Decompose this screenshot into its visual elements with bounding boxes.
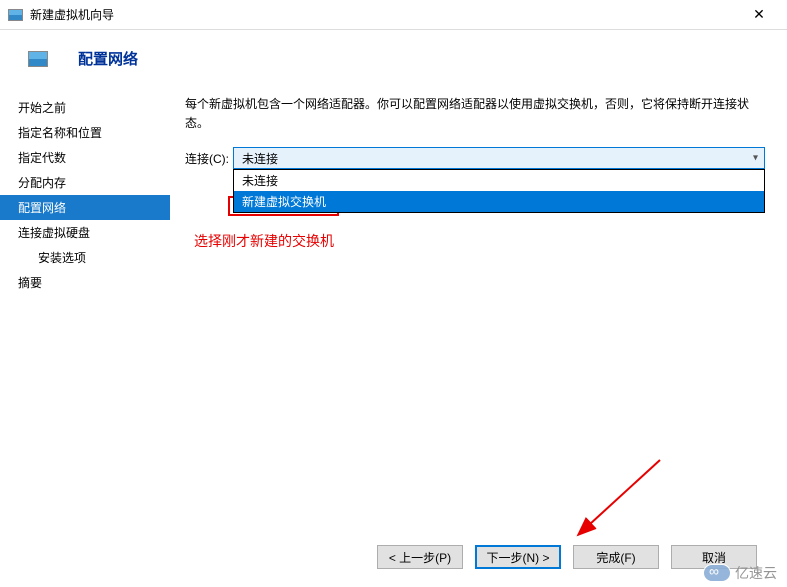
connection-dropdown[interactable]: 未连接 ▾: [233, 147, 765, 169]
chevron-down-icon: ▾: [753, 153, 758, 164]
dropdown-list: 未连接新建虚拟交换机: [233, 169, 765, 213]
wizard-icon: [28, 51, 48, 67]
watermark: 亿速云: [703, 563, 777, 583]
sidebar-item[interactable]: 安装选项: [0, 245, 170, 270]
main-content: 每个新虚拟机包含一个网络适配器。你可以配置网络适配器以使用虚拟交换机，否则，它将…: [170, 89, 787, 519]
dropdown-option[interactable]: 新建虚拟交换机: [234, 191, 764, 212]
sidebar-item[interactable]: 开始之前: [0, 95, 170, 120]
wizard-steps: 开始之前指定名称和位置指定代数分配内存配置网络连接虚拟硬盘安装选项摘要: [0, 89, 170, 519]
close-icon[interactable]: ✕: [739, 0, 779, 30]
annotation-text: 选择刚才新建的交换机: [194, 231, 334, 251]
connection-label: 连接(C):: [185, 150, 229, 167]
wizard-footer: < 上一步(P) 下一步(N) > 完成(F) 取消: [377, 545, 757, 569]
wizard-header: 配置网络: [0, 30, 787, 89]
watermark-text: 亿速云: [735, 563, 777, 583]
sidebar-item[interactable]: 分配内存: [0, 170, 170, 195]
titlebar: 新建虚拟机向导 ✕: [0, 0, 787, 30]
prev-button[interactable]: < 上一步(P): [377, 545, 463, 569]
sidebar-item[interactable]: 摘要: [0, 270, 170, 295]
sidebar-item[interactable]: 指定名称和位置: [0, 120, 170, 145]
sidebar-item[interactable]: 配置网络: [0, 195, 170, 220]
description-text: 每个新虚拟机包含一个网络适配器。你可以配置网络适配器以使用虚拟交换机，否则，它将…: [185, 95, 765, 133]
sidebar-item[interactable]: 指定代数: [0, 145, 170, 170]
combo-value: 未连接: [242, 150, 278, 167]
watermark-logo-icon: [703, 564, 731, 582]
app-icon: [8, 9, 23, 21]
window-title: 新建虚拟机向导: [30, 6, 739, 23]
finish-button[interactable]: 完成(F): [573, 545, 659, 569]
page-title: 配置网络: [78, 48, 138, 69]
dropdown-option[interactable]: 未连接: [234, 170, 764, 191]
next-button[interactable]: 下一步(N) >: [475, 545, 561, 569]
sidebar-item[interactable]: 连接虚拟硬盘: [0, 220, 170, 245]
